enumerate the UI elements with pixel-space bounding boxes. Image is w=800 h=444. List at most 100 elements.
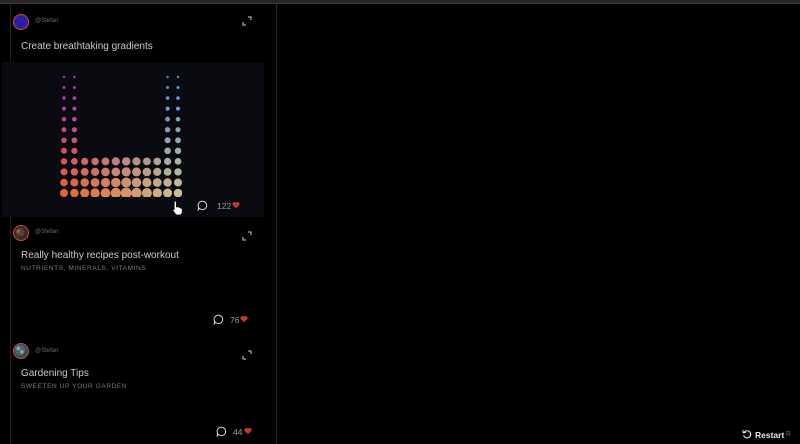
gradient-dot <box>176 106 180 111</box>
avatar[interactable] <box>13 225 29 241</box>
gradient-dot <box>62 96 66 100</box>
heart-icon[interactable] <box>244 427 252 435</box>
post-subtitle: NUTRIENTS, MINERALS, VITAMINS <box>21 265 147 272</box>
comment-icon[interactable] <box>216 426 227 437</box>
gradient-dot <box>163 178 172 187</box>
comments-count: 44 <box>233 427 243 437</box>
gradient-dot <box>174 178 182 187</box>
post-header: @Stefan <box>12 225 274 245</box>
gradient-dot <box>174 147 182 154</box>
gradient-dot <box>60 158 68 165</box>
heart-icon[interactable] <box>232 201 240 209</box>
gradient-dot <box>62 86 66 89</box>
gradient-dot <box>72 116 77 122</box>
post-card-gardening[interactable]: @Stefan Gardening Tips SWEETEN UP YOUR G… <box>12 343 274 441</box>
pointer-cursor-icon <box>172 200 183 216</box>
post-stats: 76 <box>213 314 273 326</box>
gradient-dot <box>71 147 78 154</box>
gradient-dot <box>131 187 142 197</box>
heart-icon[interactable] <box>240 315 248 323</box>
gradient-dot <box>111 177 121 188</box>
garden-photo-icon <box>14 344 26 356</box>
gradient-dot <box>120 187 132 197</box>
gradient-dot <box>73 75 76 79</box>
gradient-dot <box>110 187 121 197</box>
gradient-dot <box>111 157 120 166</box>
gradient-dot <box>176 75 180 79</box>
gradient-dot <box>153 157 162 166</box>
gradient-dot <box>71 127 77 133</box>
gradient-dot <box>164 157 172 165</box>
post-title[interactable]: Really healthy recipes post-workout <box>21 250 179 261</box>
gradient-dot <box>72 86 76 89</box>
gradient-dot <box>91 157 99 166</box>
expand-icon[interactable] <box>242 16 252 26</box>
author-handle[interactable]: @Stefan <box>35 348 58 354</box>
post-stats: 122 <box>197 200 257 212</box>
restart-icon <box>742 430 752 439</box>
gradient-dot <box>174 168 182 176</box>
gradient-dot <box>121 177 132 188</box>
gradient-dot <box>60 178 68 187</box>
gradient-dot <box>61 147 67 154</box>
post-card-recipes[interactable]: @Stefan Really healthy recipes post-work… <box>12 225 274 335</box>
comments-count: 76 <box>230 315 240 325</box>
gradient-dot <box>61 137 67 143</box>
gradient-dot <box>91 167 100 176</box>
gradient-dot <box>101 157 110 166</box>
gradient-dot <box>152 188 162 197</box>
gradient-dot <box>175 127 181 133</box>
gradient-dot <box>131 177 142 188</box>
food-photo-icon <box>15 227 25 237</box>
feed-right-border <box>276 4 277 444</box>
comment-icon[interactable] <box>197 200 208 211</box>
gradient-dot <box>60 168 68 176</box>
window-top-bar <box>0 0 800 4</box>
restart-button[interactable]: Restart R <box>742 429 798 441</box>
avatar[interactable] <box>13 343 29 359</box>
expand-icon[interactable] <box>242 231 252 241</box>
post-title[interactable]: Create breathtaking gradients <box>21 41 153 52</box>
gradient-dot <box>100 188 111 197</box>
gradient-dot <box>122 157 131 166</box>
gradient-dot <box>101 167 110 177</box>
author-handle[interactable]: @Stefan <box>35 18 58 24</box>
post-subtitle: SWEETEN UP YOUR GARDEN <box>21 383 128 390</box>
gradient-dot <box>62 106 66 111</box>
restart-shortcut-key: R <box>786 431 792 438</box>
gradient-dot <box>174 158 182 165</box>
gradient-dot <box>111 167 121 177</box>
gradient-dot <box>72 106 77 111</box>
gradient-dot <box>80 178 89 187</box>
gradient-dot <box>90 178 100 187</box>
gradient-dot <box>152 178 162 187</box>
expand-icon[interactable] <box>242 350 252 360</box>
gradient-dot <box>141 188 152 197</box>
gradient-dot <box>165 116 170 122</box>
gradient-dot <box>81 157 89 165</box>
author-handle[interactable]: @Stefan <box>35 229 58 235</box>
gradient-dot <box>121 167 131 177</box>
gradient-dot <box>72 96 77 100</box>
gradient-dot <box>71 158 78 165</box>
gradient-dot <box>153 167 162 176</box>
comment-icon[interactable] <box>213 314 224 325</box>
gradient-dot <box>61 127 67 133</box>
post-preview-image[interactable] <box>2 62 264 217</box>
post-header: @Stefan <box>12 343 274 363</box>
gradient-dot <box>70 168 79 176</box>
gradient-dot <box>163 188 173 197</box>
gradient-dot <box>132 157 141 166</box>
gradient-dot <box>165 106 170 111</box>
avatar[interactable] <box>13 14 29 30</box>
gradient-dot <box>164 127 171 133</box>
gradient-dot <box>80 188 90 197</box>
gradient-dot <box>132 167 141 177</box>
post-stats: 44 <box>216 426 276 438</box>
gradient-dot <box>70 188 79 197</box>
gradient-dot <box>166 86 170 89</box>
post-title[interactable]: Gardening Tips <box>21 368 89 379</box>
gradient-dot <box>176 86 180 89</box>
gradient-dot <box>175 116 181 122</box>
gradient-dot <box>70 178 79 187</box>
